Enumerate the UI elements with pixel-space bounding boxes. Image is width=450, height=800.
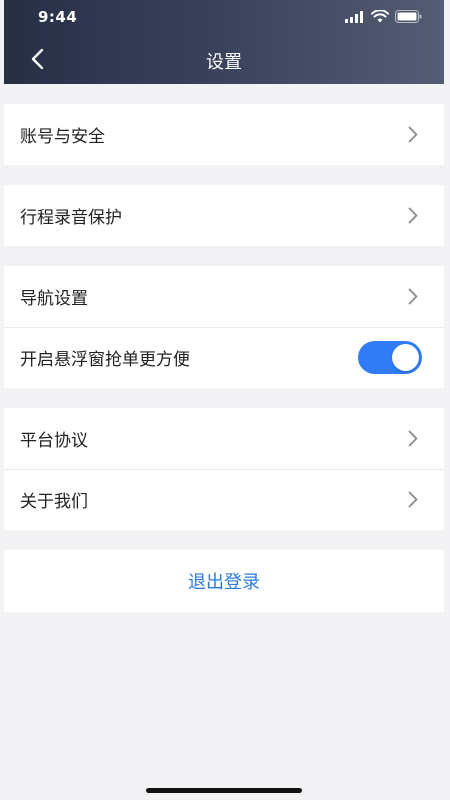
settings-item-label: 导航设置 <box>20 289 88 309</box>
settings-group-navigation: 导航设置 开启悬浮窗抢单更方便 <box>4 266 444 388</box>
logout-section: 退出登录 <box>4 550 444 612</box>
page-title: 设置 <box>206 52 242 73</box>
chevron-right-icon <box>406 287 420 307</box>
status-icons <box>345 8 422 27</box>
settings-item-trip-recording[interactable]: 行程录音保护 <box>4 185 444 246</box>
floating-window-toggle[interactable] <box>358 341 422 374</box>
cellular-signal-icon <box>345 8 365 27</box>
chevron-right-icon <box>406 490 420 510</box>
chevron-right-icon <box>406 125 420 145</box>
status-bar: 9:44 <box>4 0 444 34</box>
status-time: 9:44 <box>38 8 78 26</box>
settings-group-account: 账号与安全 <box>4 104 444 165</box>
settings-item-about-us[interactable]: 关于我们 <box>4 469 444 530</box>
settings-item-floating-window: 开启悬浮窗抢单更方便 <box>4 327 444 388</box>
nav-bar: 设置 <box>4 38 444 82</box>
chevron-right-icon <box>406 206 420 226</box>
wifi-icon <box>371 8 389 27</box>
toggle-knob <box>392 344 419 371</box>
settings-item-label: 行程录音保护 <box>20 208 122 228</box>
settings-group-recording: 行程录音保护 <box>4 185 444 246</box>
settings-item-account-security[interactable]: 账号与安全 <box>4 104 444 165</box>
logout-button[interactable]: 退出登录 <box>164 560 284 602</box>
home-indicator[interactable] <box>146 788 302 793</box>
header: 9:44 设置 <box>4 0 444 84</box>
settings-item-label: 账号与安全 <box>20 127 105 147</box>
phone-screen: 9:44 设置 账号与安全 行程录音保护 导航设置 开启悬浮窗抢单更方便 平台协… <box>0 0 450 800</box>
settings-item-label: 平台协议 <box>20 431 88 451</box>
settings-item-navigation[interactable]: 导航设置 <box>4 266 444 327</box>
settings-group-about: 平台协议 关于我们 <box>4 408 444 530</box>
battery-icon <box>395 8 422 27</box>
chevron-right-icon <box>406 429 420 449</box>
settings-item-label: 开启悬浮窗抢单更方便 <box>20 350 190 370</box>
settings-item-platform-agreement[interactable]: 平台协议 <box>4 408 444 469</box>
settings-list: 账号与安全 行程录音保护 导航设置 开启悬浮窗抢单更方便 平台协议 关于我们 退… <box>4 84 444 800</box>
settings-item-label: 关于我们 <box>20 492 88 512</box>
